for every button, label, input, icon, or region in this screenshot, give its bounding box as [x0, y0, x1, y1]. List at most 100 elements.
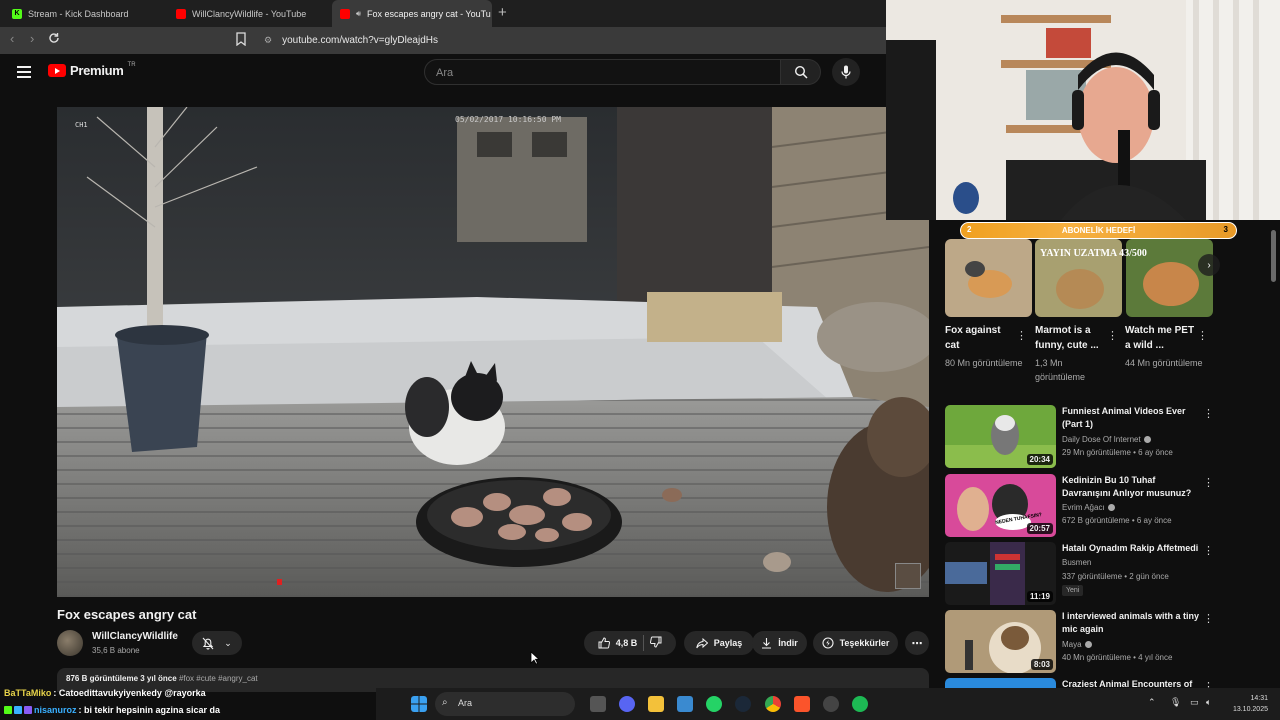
search-icon [794, 65, 808, 79]
chat-text: : bi tekir hepsinin agzina sicar da [78, 704, 221, 715]
mouse-cursor-icon [530, 651, 540, 665]
badge-icon [4, 705, 12, 714]
subscription-notifications-button[interactable]: ⌄ [192, 631, 242, 655]
more-horizontal-icon: ⋯ [911, 637, 923, 650]
more-vertical-icon[interactable]: ⋮ [1203, 680, 1214, 688]
goal-label: ABONELİK HEDEFİ [1061, 226, 1136, 235]
video-thumbnail[interactable]: 20:34 [945, 405, 1056, 468]
channel-name[interactable]: Daily Dose Of Internet [1062, 435, 1151, 444]
badge-icon [14, 705, 22, 714]
thumbs-down-icon [650, 636, 662, 648]
video-thumbnail[interactable]: NEDEN TUHAFSIN? 20:57 [945, 474, 1056, 537]
logo-text: Premium [70, 63, 124, 78]
new-tab-button[interactable]: + [498, 4, 507, 21]
url-field[interactable]: ⚙︎ youtube.com/watch?v=glyDleajdHs [258, 30, 898, 51]
video-title: Fox escapes angry cat [57, 607, 197, 622]
discord-icon[interactable] [619, 696, 635, 712]
video-thumbnail[interactable] [945, 678, 1056, 688]
channel-name[interactable]: Busmen [1062, 558, 1091, 567]
share-button[interactable]: Paylaş [684, 631, 754, 655]
steam-icon[interactable] [735, 696, 751, 712]
view-stats: 876 B görüntüleme 3 yıl önce [66, 674, 177, 683]
more-vertical-icon[interactable]: ⋮ [1203, 612, 1214, 625]
video-title[interactable]: Craziest Animal Encounters of [1062, 678, 1202, 688]
more-vertical-icon[interactable]: ⋮ [1203, 476, 1214, 489]
recommended-video[interactable]: 20:34 Funniest Animal Videos Ever (Part … [945, 405, 1215, 469]
chat-username: nisanuroz [34, 704, 77, 715]
more-vertical-icon[interactable]: ⋮ [1197, 329, 1208, 342]
channel-avatar[interactable] [57, 630, 83, 656]
recommended-video[interactable]: 11:19 Hatalı Oynadım Rakip Affetmedi Bus… [945, 542, 1215, 606]
file-explorer-icon[interactable] [648, 696, 664, 712]
new-badge: Yeni [1062, 585, 1084, 596]
tab-label: Stream - Kick Dashboard [28, 8, 129, 19]
kick-favicon-icon: K [12, 8, 22, 19]
more-vertical-icon[interactable]: ⋮ [1203, 407, 1214, 420]
forward-button[interactable]: › [30, 31, 34, 46]
like-count: 4,8 B [615, 638, 638, 648]
windows-start-icon[interactable] [411, 696, 427, 712]
dislike-button[interactable] [650, 636, 662, 650]
taskbar-search[interactable]: ⌕ Ara [435, 692, 575, 716]
video-thumbnail[interactable]: 8:03 [945, 610, 1056, 673]
thanks-button[interactable]: Teşekkürler [813, 631, 898, 655]
channel-name[interactable]: WillClancyWildlife [92, 631, 178, 642]
search-button[interactable] [781, 59, 821, 85]
recommended-video[interactable]: 8:03 I interviewed animals with a tiny m… [945, 610, 1215, 674]
network-icon[interactable]: ▭ [1190, 697, 1199, 708]
video-duration: 8:03 [1030, 659, 1053, 670]
tab-fox-video[interactable]: 🔊︎ Fox escapes angry cat - YouTu ✕ [332, 0, 492, 27]
shelf-item-title[interactable]: Marmot is a funny, cute ... [1035, 323, 1107, 353]
spotify-icon[interactable] [852, 696, 868, 712]
video-title[interactable]: Hatalı Oynadım Rakip Affetmedi [1062, 542, 1202, 555]
video-thumbnail[interactable]: 11:19 [945, 542, 1056, 605]
site-info-icon[interactable]: ⚙︎ [264, 35, 272, 46]
youtube-favicon-icon [340, 8, 350, 19]
camera-timestamp: 05/02/2017 10:16:50 PM [455, 115, 561, 124]
system-clock[interactable]: 14:31 13.10.2025 [1222, 693, 1268, 715]
shelf-item-title[interactable]: Watch me PET a wild ... [1125, 323, 1197, 353]
video-title[interactable]: Funniest Animal Videos Ever (Part 1) [1062, 405, 1202, 431]
brave-icon[interactable] [794, 696, 810, 712]
more-vertical-icon[interactable]: ⋮ [1016, 329, 1027, 342]
search-input[interactable]: Ara [424, 59, 781, 85]
chevron-up-icon[interactable]: ⌃ [1148, 697, 1156, 708]
endscreen-thumbnail[interactable] [895, 563, 921, 589]
volume-icon[interactable]: 🔈︎ [1206, 697, 1211, 708]
shelf-next-button[interactable]: › [1198, 254, 1220, 276]
hashtags[interactable]: #fox #cute #angry_cat [179, 674, 258, 683]
store-icon[interactable] [677, 696, 693, 712]
reload-button[interactable] [48, 32, 60, 47]
shelf-item-title[interactable]: Fox against cat [945, 323, 1017, 353]
microphone-icon[interactable]: 🎙︎ [1170, 697, 1181, 708]
bookmark-icon[interactable] [236, 32, 246, 46]
back-button[interactable]: ‹ [10, 31, 14, 46]
youtube-premium-logo[interactable]: Premium TR [48, 62, 136, 78]
divider [643, 635, 645, 651]
chrome-icon[interactable] [765, 696, 781, 712]
share-label: Paylaş [713, 638, 743, 648]
like-button[interactable]: 4,8 B [598, 637, 638, 649]
recommended-video[interactable]: Craziest Animal Encounters of ⋮ [945, 678, 1215, 688]
video-title[interactable]: I interviewed animals with a tiny mic ag… [1062, 610, 1202, 636]
shelf-thumbnail[interactable] [945, 239, 1032, 317]
more-actions-button[interactable]: ⋯ [905, 631, 929, 655]
whatsapp-icon[interactable] [706, 696, 722, 712]
hamburger-menu-icon[interactable] [17, 66, 31, 78]
recommended-video[interactable]: NEDEN TUHAFSIN? 20:57 Kedinizin Bu 10 Tu… [945, 474, 1215, 538]
task-view-icon[interactable] [590, 696, 606, 712]
page-scrollbar[interactable] [1271, 230, 1276, 282]
goal-current: 2 [967, 225, 972, 234]
more-vertical-icon[interactable]: ⋮ [1107, 329, 1118, 342]
channel-name[interactable]: Maya [1062, 640, 1092, 649]
more-vertical-icon[interactable]: ⋮ [1203, 544, 1214, 557]
download-button[interactable]: İndir [752, 631, 807, 655]
obs-icon[interactable] [823, 696, 839, 712]
video-player[interactable]: 05/02/2017 10:16:50 PM CH1 [57, 107, 929, 597]
channel-name[interactable]: Evrim Ağacı [1062, 503, 1115, 512]
voice-search-button[interactable] [832, 58, 860, 86]
video-title[interactable]: Kedinizin Bu 10 Tuhaf Davranışını Anlıyo… [1062, 474, 1202, 500]
video-duration: 11:19 [1026, 591, 1053, 602]
tab-kick-dashboard[interactable]: K Stream - Kick Dashboard [4, 0, 164, 27]
tab-willclancy-youtube[interactable]: WillClancyWildlife - YouTube [168, 0, 328, 27]
